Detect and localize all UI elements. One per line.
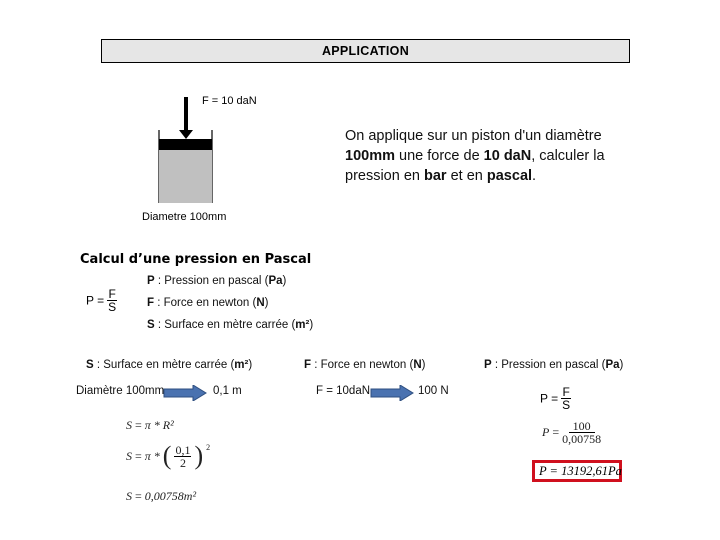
- pressure-column-formula: P = F S: [540, 386, 571, 411]
- eq-rhs: π * R²: [144, 418, 174, 432]
- pressure-column-header: P : Pression en pascal (Pa): [484, 359, 623, 371]
- def-text: : Force en newton (: [311, 359, 414, 371]
- definition-force: F : Force en newton (N): [147, 297, 268, 309]
- def-symbol: F: [147, 297, 155, 309]
- def-text: ): [421, 359, 426, 371]
- eq-op: =: [135, 489, 142, 503]
- force-label: F = 10 daN: [202, 95, 257, 107]
- eq-paren-open: (: [162, 441, 172, 470]
- problem-text: .: [532, 168, 537, 184]
- eq-fraction: 0,1 2: [174, 442, 192, 470]
- eq-lhs: S: [126, 448, 132, 463]
- surface-equation-2: S = π * ( 0,1 2 ) 2: [126, 443, 210, 469]
- def-text: : Pression en pascal (: [154, 275, 269, 287]
- surface-equation-3: S = 0,00758m²: [126, 489, 196, 504]
- eq-exponent: 2: [206, 443, 211, 452]
- eq-fraction: 100 0,00758: [562, 420, 601, 445]
- title-bar: APPLICATION: [101, 39, 630, 63]
- definition-pressure: P : Pression en pascal (Pa): [147, 275, 286, 287]
- def-text: : Pression en pascal (: [491, 359, 606, 371]
- surface-equation-1: S = π * R²: [126, 418, 174, 433]
- def-unit: N: [413, 359, 422, 371]
- surface-conversion-arrow-icon: [163, 385, 207, 401]
- def-symbol: P: [147, 275, 155, 287]
- formula-fraction: F S: [561, 386, 571, 412]
- eq-lhs: S: [126, 418, 132, 432]
- pressure-result: P = 13192,61Pa: [539, 464, 622, 478]
- def-unit: Pa: [605, 359, 620, 371]
- formula-denominator: S: [108, 300, 117, 314]
- title-text: APPLICATION: [321, 44, 410, 58]
- problem-unit-pascal: pascal: [486, 168, 533, 184]
- eq-denominator: 2: [179, 455, 186, 470]
- pressure-equation-1: P = 100 0,00758: [542, 420, 601, 445]
- def-unit: Pa: [268, 275, 283, 287]
- eq-op: =: [552, 425, 560, 439]
- eq-paren-close: ): [194, 441, 204, 470]
- def-text: ): [309, 319, 314, 331]
- pressure-result-box: P = 13192,61Pa: [532, 460, 622, 482]
- fluid: [159, 150, 212, 203]
- formula-denominator: S: [562, 398, 571, 412]
- def-text: ): [619, 359, 624, 371]
- eq-pre: π *: [144, 448, 160, 463]
- eq-op: =: [135, 448, 142, 463]
- section-heading: Calcul d’une pression en Pascal: [80, 252, 312, 267]
- def-text: : Force en newton (: [154, 297, 257, 309]
- problem-text: et en: [446, 168, 487, 184]
- piston-head: [159, 139, 212, 150]
- def-text: ): [282, 275, 287, 287]
- force-from: F = 10daN: [316, 385, 371, 397]
- eq-rhs: 0,00758m²: [144, 489, 197, 503]
- def-text: : Surface en mètre carrée (: [154, 319, 296, 331]
- piston-diagram: F = 10 daN Diametre 100mm: [130, 75, 280, 230]
- surface-from: Diamètre 100mm: [76, 385, 165, 397]
- def-symbol: F: [304, 359, 312, 371]
- def-text: ): [264, 297, 269, 309]
- definition-surface: S : Surface en mètre carrée (m²): [147, 319, 313, 331]
- problem-diameter: 100mm: [345, 148, 395, 164]
- problem-unit-bar: bar: [424, 168, 447, 184]
- eq-lhs: S: [126, 489, 132, 503]
- def-symbol: S: [86, 359, 94, 371]
- def-text: : Surface en mètre carrée (: [93, 359, 235, 371]
- formula-lhs: P =: [86, 293, 105, 308]
- eq-denominator: 0,00758: [562, 432, 602, 446]
- def-symbol: P: [484, 359, 492, 371]
- def-symbol: S: [147, 319, 155, 331]
- surface-to: 0,1 m: [213, 385, 242, 397]
- eq-numerator: 0,1: [174, 442, 192, 457]
- force-column-header: F : Force en newton (N): [304, 359, 425, 371]
- formula-lhs: P =: [540, 391, 559, 406]
- pressure-formula: P = F S: [86, 288, 117, 313]
- problem-force: 10 daN: [483, 148, 532, 164]
- diameter-label: Diametre 100mm: [142, 211, 227, 223]
- eq-lhs: P: [542, 425, 550, 439]
- def-unit: m²: [295, 319, 310, 331]
- force-to: 100 N: [418, 385, 449, 397]
- force-conversion-arrow-icon: [370, 385, 414, 401]
- def-text: ): [248, 359, 253, 371]
- def-unit: N: [256, 297, 265, 309]
- surface-column-header: S : Surface en mètre carrée (m²): [86, 359, 252, 371]
- force-arrow-head: [179, 130, 193, 139]
- eq-op: =: [135, 418, 142, 432]
- problem-text: une force de: [394, 148, 484, 164]
- problem-text: On applique sur un piston d'un diamètre: [345, 128, 602, 144]
- formula-fraction: F S: [107, 288, 117, 314]
- def-unit: m²: [234, 359, 249, 371]
- problem-statement: On applique sur un piston d'un diamètre …: [345, 126, 625, 186]
